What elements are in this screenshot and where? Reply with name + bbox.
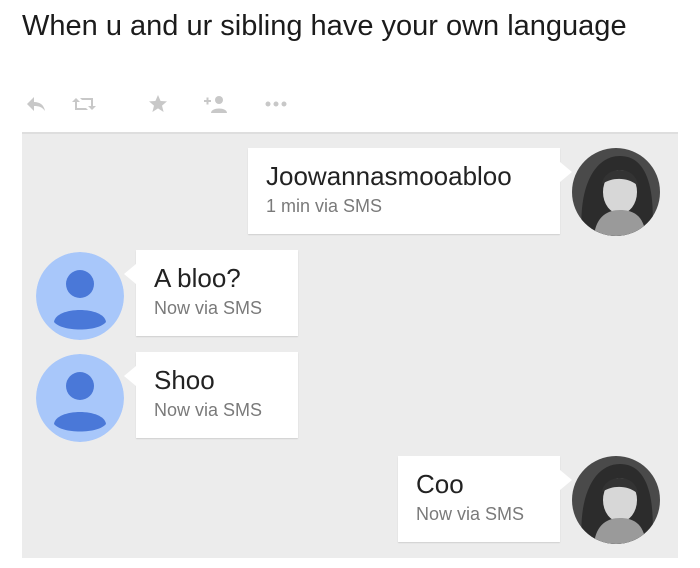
- bubble-tail: [560, 470, 572, 490]
- bubble-tail: [124, 264, 136, 284]
- bubble-tail: [124, 366, 136, 386]
- message-meta: Now via SMS: [154, 400, 263, 420]
- contact-avatar-icon[interactable]: [36, 354, 124, 442]
- retweet-icon[interactable]: [70, 92, 98, 116]
- contact-avatar-icon[interactable]: [36, 252, 124, 340]
- message-meta: Now via SMS: [154, 298, 263, 318]
- photo-avatar[interactable]: [572, 456, 660, 544]
- reply-icon[interactable]: [22, 92, 50, 116]
- tweet-text: When u and ur sibling have your own lang…: [22, 10, 627, 42]
- message-meta: 1 min via SMS: [266, 196, 383, 216]
- follow-user-icon[interactable]: [202, 92, 230, 116]
- message-text: A bloo?: [154, 263, 241, 293]
- message-text: Joowannasmooabloo: [266, 161, 512, 191]
- sms-conversation: Joowannasmooabloo 1 min via SMS A bloo? …: [22, 132, 678, 558]
- message-meta: Now via SMS: [416, 504, 525, 524]
- more-dots-icon[interactable]: [262, 92, 290, 116]
- message-bubble-outgoing[interactable]: Coo Now via SMS: [398, 456, 572, 542]
- message-text: Shoo: [154, 365, 215, 395]
- message-bubble-incoming[interactable]: Shoo Now via SMS: [124, 352, 298, 438]
- message-bubble-outgoing[interactable]: Joowannasmooabloo 1 min via SMS: [248, 148, 572, 234]
- divider: [22, 132, 678, 134]
- bubble-tail: [560, 162, 572, 182]
- favorite-star-icon[interactable]: [144, 92, 172, 116]
- message-text: Coo: [416, 469, 464, 499]
- message-bubble-incoming[interactable]: A bloo? Now via SMS: [124, 250, 298, 336]
- photo-avatar[interactable]: [572, 148, 660, 236]
